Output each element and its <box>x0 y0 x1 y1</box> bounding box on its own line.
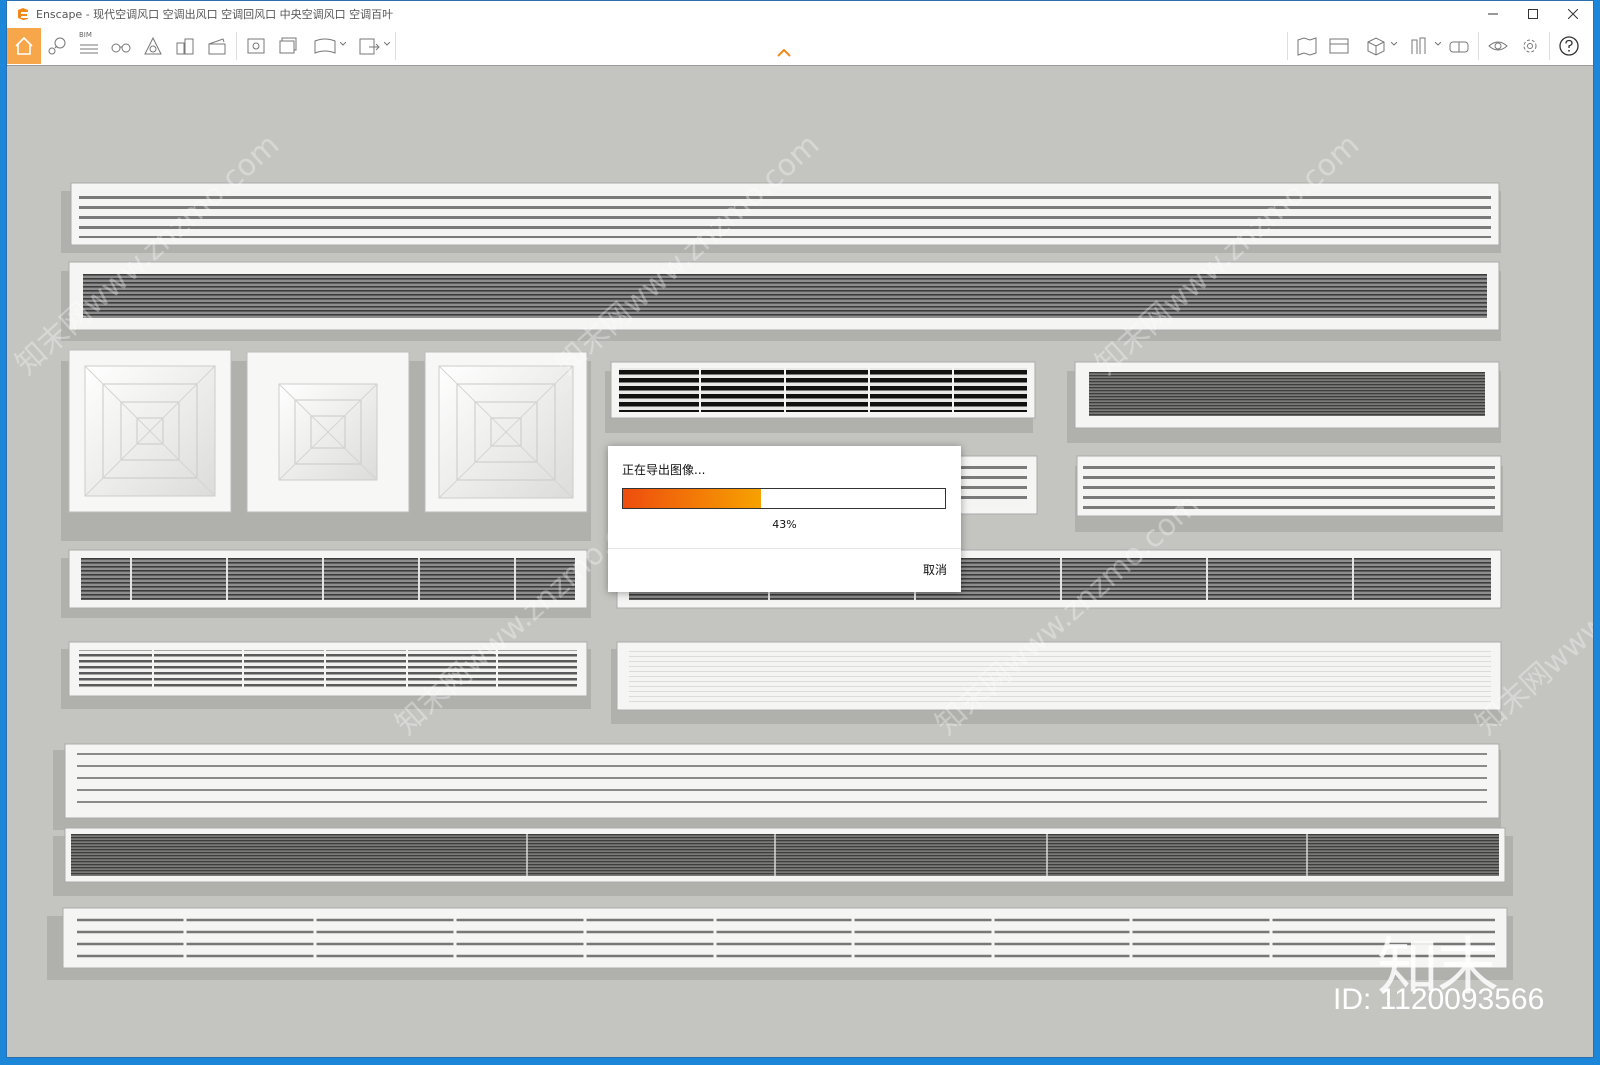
watermark-text: 知末网www.znzmo.com <box>549 127 826 382</box>
render-viewport[interactable]: 知末网www.znzmo.com 知末网www.znzmo.com 知末网www… <box>7 66 1593 1057</box>
cube-view-icon <box>1367 37 1385 56</box>
chevron-down-icon <box>1391 42 1397 46</box>
panorama-icon <box>314 38 336 54</box>
taskbar-edge <box>0 1058 1600 1065</box>
sectioned-grille-left <box>68 549 588 609</box>
help-icon <box>1559 36 1579 56</box>
export-exe-icon <box>359 38 380 55</box>
chevron-down-icon <box>384 42 390 46</box>
help-button[interactable] <box>1553 28 1585 64</box>
material-button[interactable] <box>1399 28 1443 64</box>
long-linear-grille-1 <box>64 743 1500 819</box>
progress-fill <box>623 489 762 508</box>
minimize-button[interactable] <box>1473 1 1513 27</box>
square-diffuser-1 <box>68 349 232 513</box>
export-button[interactable] <box>348 28 392 64</box>
collapse-toolbar-icon[interactable] <box>777 49 791 57</box>
window-title: Enscape - 现代空调风口 空调出风口 空调回风口 中央空调风口 空调百叶 <box>36 8 394 21</box>
long-dense-grille <box>64 827 1506 883</box>
main-toolbar: BIM <box>7 27 1593 66</box>
atmosphere-icon <box>144 36 162 55</box>
clapper-icon <box>208 38 226 55</box>
map-icon <box>1297 37 1317 56</box>
toolbar-divider <box>1549 32 1550 60</box>
vr-headset-icon <box>1449 41 1469 53</box>
close-icon <box>1568 9 1578 19</box>
chevron-down-icon <box>340 42 346 46</box>
binoculars-icon <box>111 43 131 53</box>
dialog-divider <box>608 548 961 549</box>
enscape-logo-icon <box>18 8 28 20</box>
toolbar-divider <box>1478 32 1479 60</box>
home-button[interactable] <box>7 28 41 64</box>
batch-render-button[interactable] <box>272 28 304 64</box>
binoculars-button[interactable] <box>105 28 137 64</box>
video-editor-button[interactable] <box>201 28 233 64</box>
maximize-button[interactable] <box>1513 1 1553 27</box>
batch-render-icon <box>279 37 297 54</box>
waypoint-icon <box>48 37 66 55</box>
cancel-button[interactable]: 取消 <box>887 559 947 581</box>
settings-icon <box>1523 39 1537 53</box>
vr-button[interactable] <box>1443 28 1475 64</box>
buildings-button[interactable] <box>169 28 201 64</box>
linear-grille-2 <box>68 261 1500 331</box>
toolbar-divider <box>236 32 237 60</box>
toolbar-divider <box>1287 32 1288 60</box>
watermark-text: 知末网www.znzmo.com <box>9 127 286 382</box>
material-icon <box>1411 37 1426 54</box>
title-bar: Enscape - 现代空调风口 空调出风口 空调回风口 中央空调风口 空调百叶 <box>7 1 1593 27</box>
screenshot-button[interactable] <box>240 28 272 64</box>
square-diffuser-3 <box>424 351 588 513</box>
progress-percent: 43% <box>772 518 797 531</box>
visual-settings-button[interactable] <box>1482 28 1514 64</box>
bim-label: BIM <box>79 31 92 39</box>
square-diffuser-2 <box>246 351 410 513</box>
asset-library-icon <box>1329 38 1349 54</box>
asset-library-button[interactable] <box>1323 28 1355 64</box>
buildings-icon <box>176 38 194 55</box>
linear-grille-right-b <box>1076 455 1502 517</box>
toolbar-divider <box>395 32 396 60</box>
black-louver-grille <box>610 361 1036 419</box>
map-button[interactable] <box>1291 28 1323 64</box>
chevron-down-icon <box>1435 42 1441 46</box>
minimize-icon <box>1488 13 1498 15</box>
panorama-button[interactable] <box>304 28 348 64</box>
progress-bar <box>622 488 946 509</box>
home-icon <box>15 36 33 55</box>
eye-icon <box>1488 41 1508 51</box>
atmosphere-button[interactable] <box>137 28 169 64</box>
maximize-icon <box>1528 9 1538 19</box>
dialog-title: 正在导出图像... <box>622 463 706 477</box>
waypoint-button[interactable] <box>41 28 73 64</box>
watermark-text: 知末网www.znzmo.com <box>1089 127 1366 382</box>
view-button[interactable] <box>1355 28 1399 64</box>
export-progress-dialog: 正在导出图像... 43% 取消 <box>608 446 961 592</box>
close-button[interactable] <box>1553 1 1593 27</box>
id-watermark: ID: 1120093566 <box>1333 983 1545 1016</box>
enscape-window: Enscape - 现代空调风口 空调出风口 空调回风口 中央空调风口 空调百叶… <box>6 0 1594 1058</box>
bim-button[interactable]: BIM <box>73 28 105 64</box>
screenshot-icon <box>247 38 265 54</box>
linear-grille-right-a <box>1074 361 1500 429</box>
faint-grille-row4-right <box>616 641 1502 711</box>
settings-button[interactable] <box>1514 28 1546 64</box>
long-sectioned-grille <box>62 907 1508 969</box>
